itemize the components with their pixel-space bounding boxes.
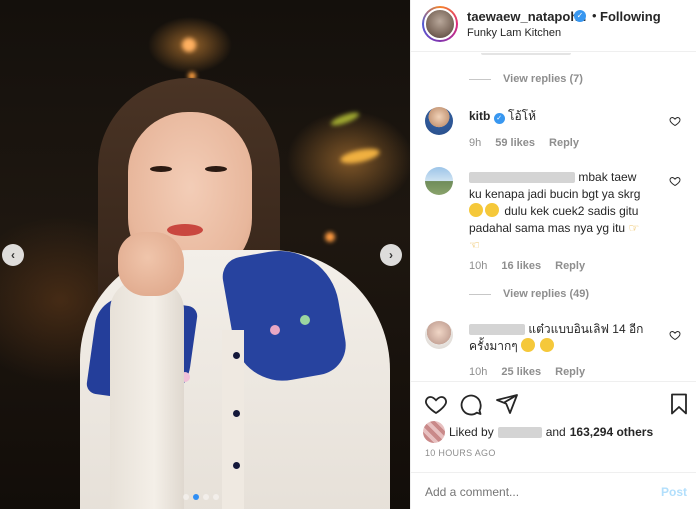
likes-and: and xyxy=(545,425,566,439)
add-comment-input[interactable] xyxy=(425,485,645,499)
comment-text-line: dulu kek cuek2 sadis gitu xyxy=(504,204,639,218)
comment-composer: Post xyxy=(411,472,696,509)
bokeh-light xyxy=(325,232,335,242)
comments-list[interactable]: View replies (7) kitb ✓ โอ้โห้ 9h 59 lik… xyxy=(411,53,696,380)
carousel-dots xyxy=(183,494,219,500)
comment-body: kitb ✓ โอ้โห้ xyxy=(469,108,659,125)
comment-likes[interactable]: 25 likes xyxy=(501,366,541,378)
post-header: taewaew_natapohn ✓ • Following Funky Lam… xyxy=(411,0,696,52)
scrolled-comment-remnant xyxy=(481,53,571,55)
blurred-liker-username[interactable] xyxy=(497,426,542,438)
commenter-avatar[interactable] xyxy=(425,167,453,195)
blurred-username xyxy=(469,324,525,336)
heart-icon[interactable] xyxy=(669,329,681,341)
reply-button[interactable]: Reply xyxy=(549,137,579,149)
comment-meta: 10h 25 likes Reply xyxy=(469,366,585,378)
embroidery-flower xyxy=(270,325,280,335)
carousel-dot-active xyxy=(193,494,199,500)
commenter-avatar[interactable] xyxy=(425,321,453,349)
comment-body: แต๋วแบบอินเลิฟ 14 อีก ครั้งมากๆ xyxy=(469,321,669,355)
pointing-hand-emoji-icon: ☜ xyxy=(469,238,480,252)
prev-slide-button[interactable]: ‹ xyxy=(2,244,24,266)
comment-text-line: ku kenapa jadi bucin bgt ya skrg xyxy=(469,187,641,201)
heart-icon[interactable] xyxy=(669,115,681,127)
comment-meta: 10h 16 likes Reply xyxy=(469,260,585,272)
post-photo: ‹ › xyxy=(0,0,410,509)
likes-prefix: Liked by xyxy=(449,425,494,439)
share-icon[interactable] xyxy=(495,392,519,416)
bokeh-light xyxy=(329,110,361,128)
comment-time: 9h xyxy=(469,137,482,149)
reply-button[interactable]: Reply xyxy=(555,366,585,378)
following-button[interactable]: Following xyxy=(600,9,661,24)
shirt-button xyxy=(233,410,240,417)
bokeh-light xyxy=(182,38,196,52)
view-replies-button[interactable]: View replies (7) xyxy=(503,73,583,85)
post-timestamp[interactable]: 10 HOURS AGO xyxy=(425,448,496,458)
comment-text: โอ้โห้ xyxy=(508,109,537,123)
comment-icon[interactable] xyxy=(459,392,483,416)
comment-likes[interactable]: 16 likes xyxy=(501,260,541,272)
embroidery-flower xyxy=(300,315,310,325)
arm xyxy=(110,280,184,509)
right-eye xyxy=(205,166,227,172)
hand xyxy=(118,232,184,296)
laughing-emoji-icon xyxy=(521,338,536,352)
chevron-left-icon: ‹ xyxy=(11,248,15,262)
comment-text-line: mbak taew xyxy=(578,170,637,184)
shirt-button xyxy=(233,462,240,469)
bokeh-light xyxy=(339,145,381,167)
crying-face-emoji-icon xyxy=(485,203,499,217)
reply-button[interactable]: Reply xyxy=(555,260,585,272)
next-slide-button[interactable]: › xyxy=(380,244,402,266)
view-replies-line xyxy=(469,79,491,80)
grinning-emoji-icon xyxy=(540,338,555,352)
left-eye xyxy=(150,166,172,172)
comment-meta: 9h 59 likes Reply xyxy=(469,137,579,149)
comment-likes[interactable]: 59 likes xyxy=(495,137,535,149)
author-username[interactable]: taewaew_natapohn xyxy=(467,9,586,24)
separator-dot: • xyxy=(592,8,597,23)
crying-face-emoji-icon xyxy=(469,203,483,217)
carousel-dot xyxy=(203,494,209,500)
post-side-panel: taewaew_natapohn ✓ • Following Funky Lam… xyxy=(410,0,696,509)
heart-icon[interactable] xyxy=(669,175,681,187)
commenter-avatar[interactable] xyxy=(425,107,453,135)
comment-text-line: padahal sama mas nya yg itu xyxy=(469,221,626,235)
likes-summary: Liked by and 163,294 others xyxy=(423,421,653,443)
shirt-button xyxy=(233,352,240,359)
verified-badge-icon: ✓ xyxy=(493,113,505,124)
carousel-dot xyxy=(213,494,219,500)
carousel-dot xyxy=(183,494,189,500)
blurred-username xyxy=(469,172,575,184)
post-action-bar xyxy=(411,381,696,425)
comment-text-line: แต๋วแบบอินเลิฟ 14 อีก xyxy=(528,322,644,336)
liker-avatar[interactable] xyxy=(423,421,445,443)
view-replies-button[interactable]: View replies (49) xyxy=(503,288,589,300)
comment-text-line: ครั้งมากๆ xyxy=(469,339,518,353)
likes-count-link[interactable]: 163,294 others xyxy=(570,425,653,439)
lips xyxy=(167,224,203,236)
comment-time: 10h xyxy=(469,366,488,378)
verified-badge-icon: ✓ xyxy=(574,10,586,22)
view-replies-line xyxy=(469,294,491,295)
comment-time: 10h xyxy=(469,260,488,272)
commenter-username[interactable]: kitb xyxy=(469,109,490,123)
author-avatar[interactable] xyxy=(422,6,458,42)
bookmark-icon[interactable] xyxy=(667,392,691,416)
chevron-right-icon: › xyxy=(389,248,393,262)
comment-body: mbak taew ku kenapa jadi bucin bgt ya sk… xyxy=(469,169,669,254)
post-comment-button[interactable]: Post xyxy=(661,485,687,499)
heart-icon[interactable] xyxy=(424,392,448,416)
location-link[interactable]: Funky Lam Kitchen xyxy=(467,27,561,39)
pointing-hand-emoji-icon: ☞ xyxy=(628,221,640,235)
